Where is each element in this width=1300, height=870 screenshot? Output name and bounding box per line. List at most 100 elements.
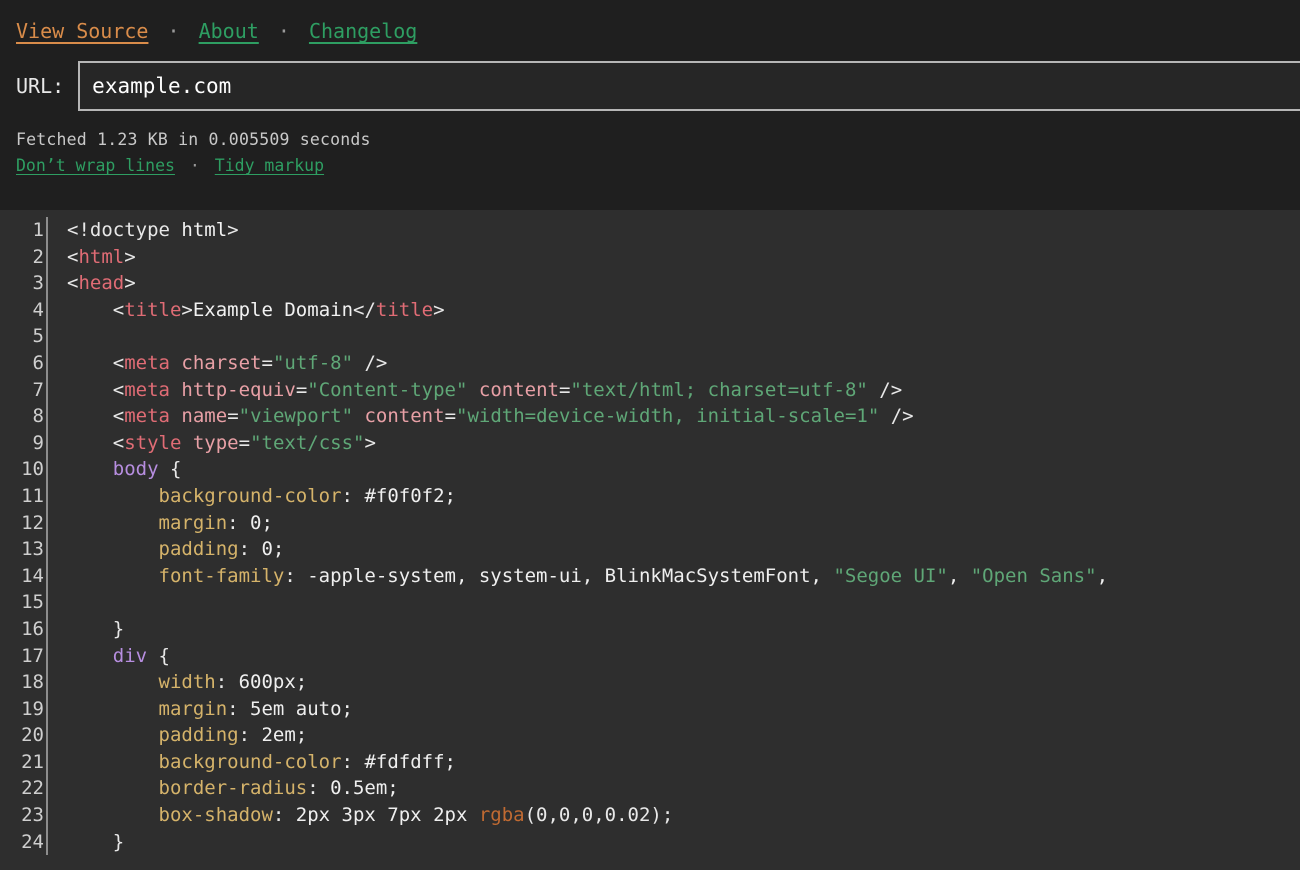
- options-separator: ·: [185, 156, 205, 175]
- code-line: margin: 0;: [67, 510, 1300, 537]
- code-token-punct: <: [67, 379, 124, 401]
- code-token-punct: :: [239, 724, 262, 746]
- code-token-prop: margin: [67, 698, 227, 720]
- url-input[interactable]: [78, 61, 1300, 111]
- code-token-punct: [170, 379, 181, 401]
- code-token-punct: >: [124, 246, 135, 268]
- line-number: 18: [0, 669, 46, 696]
- url-form-row: URL:: [0, 61, 1300, 111]
- code-token-attr: name: [181, 405, 227, 427]
- code-token-punct: >: [227, 219, 238, 241]
- line-number: 14: [0, 563, 46, 590]
- code-token-punct: :: [342, 751, 365, 773]
- code-token-punct: [170, 352, 181, 374]
- code-token-tag: meta: [124, 352, 170, 374]
- code-token-punct: <: [67, 299, 124, 321]
- code-token-prop: width: [67, 671, 216, 693]
- toggle-wrap-lines-link[interactable]: Don’t wrap lines: [16, 156, 175, 175]
- code-line: padding: 2em;: [67, 722, 1300, 749]
- code-token-tag: title: [376, 299, 433, 321]
- line-number: 20: [0, 722, 46, 749]
- code-token-str: "Open Sans": [971, 565, 1097, 587]
- code-token-punct: />: [868, 379, 902, 401]
- code-line: div {: [67, 643, 1300, 670]
- code-token-punct: </: [353, 299, 376, 321]
- line-number: 17: [0, 643, 46, 670]
- nav-link-view-source[interactable]: View Source: [16, 19, 148, 43]
- code-line: padding: 0;: [67, 536, 1300, 563]
- code-token-punct: >: [124, 272, 135, 294]
- code-token-val: #fdfdff;: [364, 751, 456, 773]
- nav-separator-1: ·: [161, 17, 187, 45]
- code-line: <meta http-equiv="Content-type" content=…: [67, 377, 1300, 404]
- nav-link-about[interactable]: About: [199, 19, 259, 43]
- fetch-status-text: Fetched 1.23 KB in 0.005509 seconds: [16, 129, 1300, 151]
- view-source-page: View Source · About · Changelog URL: Fet…: [0, 0, 1300, 870]
- code-token-punct: {: [147, 645, 170, 667]
- code-token-str: "Content-type": [307, 379, 467, 401]
- code-token-val: -apple-system, system-ui, BlinkMacSystem…: [307, 565, 833, 587]
- line-number: 3: [0, 270, 46, 297]
- options-row: Don’t wrap lines · Tidy markup: [16, 155, 1300, 177]
- code-token-text: html: [181, 219, 227, 241]
- code-token-punct: <!doctype: [67, 219, 181, 241]
- code-line: background-color: #fdfdff;: [67, 749, 1300, 776]
- line-number: 13: [0, 536, 46, 563]
- code-token-punct: }: [67, 618, 124, 640]
- code-token-punct: =: [559, 379, 570, 401]
- code-token-prop: margin: [67, 512, 227, 534]
- code-token-str: "viewport": [239, 405, 353, 427]
- code-token-punct: =: [227, 405, 238, 427]
- code-token-punct: [181, 432, 192, 454]
- code-token-sel: div: [67, 645, 147, 667]
- code-token-punct: <: [67, 405, 124, 427]
- code-token-prop: background-color: [67, 485, 342, 507]
- page-header: View Source · About · Changelog URL: Fet…: [0, 0, 1300, 210]
- code-token-punct: [467, 379, 478, 401]
- code-token-val: ,: [1097, 565, 1108, 587]
- code-token-punct: <: [67, 432, 124, 454]
- code-token-str: "text/html; charset=utf-8": [570, 379, 867, 401]
- line-number: 11: [0, 483, 46, 510]
- source-code-content[interactable]: <!doctype html><html><head> <title>Examp…: [48, 217, 1300, 855]
- status-block: Fetched 1.23 KB in 0.005509 seconds Don’…: [0, 129, 1300, 177]
- code-line: }: [67, 829, 1300, 856]
- code-token-punct: <: [67, 246, 78, 268]
- nav-link-changelog[interactable]: Changelog: [309, 19, 417, 43]
- code-token-punct: :: [307, 777, 330, 799]
- code-token-tag: meta: [124, 405, 170, 427]
- tidy-markup-link[interactable]: Tidy markup: [215, 156, 324, 175]
- code-token-text: Example Domain: [193, 299, 353, 321]
- code-token-attr: type: [193, 432, 239, 454]
- code-token-punct: >: [181, 299, 192, 321]
- code-token-str: "utf-8": [273, 352, 353, 374]
- code-token-punct: :: [239, 538, 262, 560]
- code-line: border-radius: 0.5em;: [67, 775, 1300, 802]
- source-code-viewer[interactable]: 123456789101112131415161718192021222324 …: [0, 210, 1300, 870]
- code-token-tag: title: [124, 299, 181, 321]
- line-number: 1: [0, 217, 46, 244]
- code-token-prop: background-color: [67, 751, 342, 773]
- line-number: 21: [0, 749, 46, 776]
- line-number: 24: [0, 829, 46, 856]
- code-token-tag: meta: [124, 379, 170, 401]
- code-token-val: 0;: [250, 512, 273, 534]
- code-token-attr: charset: [181, 352, 261, 374]
- code-token-punct: :: [227, 512, 250, 534]
- line-number: 12: [0, 510, 46, 537]
- line-number: 16: [0, 616, 46, 643]
- code-token-prop: border-radius: [67, 777, 307, 799]
- code-line: box-shadow: 2px 3px 7px 2px rgba(0,0,0,0…: [67, 802, 1300, 829]
- code-token-tag: html: [78, 246, 124, 268]
- code-token-punct: =: [239, 432, 250, 454]
- code-line: <meta charset="utf-8" />: [67, 350, 1300, 377]
- code-token-attr: content: [479, 379, 559, 401]
- line-number: 10: [0, 456, 46, 483]
- line-number: 22: [0, 775, 46, 802]
- code-line: }: [67, 616, 1300, 643]
- code-line: [67, 589, 1300, 616]
- code-line: <head>: [67, 270, 1300, 297]
- top-navigation: View Source · About · Changelog: [0, 0, 1300, 45]
- code-token-punct: =: [296, 379, 307, 401]
- code-token-prop: padding: [67, 538, 239, 560]
